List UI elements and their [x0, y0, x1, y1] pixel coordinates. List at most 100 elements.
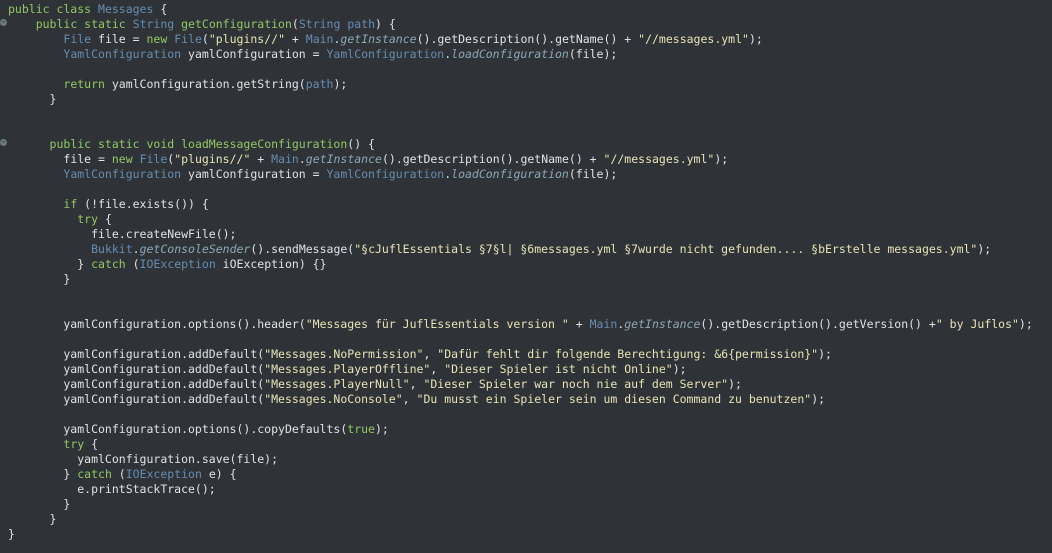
code-editor[interactable]: − − public class Messages { public stati…: [0, 0, 1052, 553]
code-token: }: [8, 272, 71, 286]
code-token: ,: [430, 362, 445, 376]
code-token: new: [146, 32, 175, 46]
fold-marker-icon[interactable]: −: [0, 19, 7, 26]
code-token: );: [818, 347, 832, 361]
code-line[interactable]: } catch (IOException e) {: [8, 467, 1052, 482]
code-line[interactable]: file.createNewFile();: [8, 227, 1052, 242]
code-token: "Messages.PlayerNull": [264, 377, 410, 391]
code-token: );: [977, 242, 992, 256]
code-line[interactable]: }: [8, 92, 1052, 107]
code-token: ().sendMessage(: [250, 242, 355, 256]
code-token: yamlConfiguration.addDefault(: [8, 377, 265, 391]
code-token: yamlConfiguration.addDefault(: [8, 362, 265, 376]
code-token: "Messages für JuflEssentials version ": [305, 317, 569, 331]
code-line[interactable]: public static String getConfiguration(St…: [8, 17, 1052, 32]
code-token: "Messages.NoPermission": [264, 347, 424, 361]
code-line[interactable]: [8, 107, 1052, 122]
code-token: if: [63, 197, 85, 211]
code-token: () {: [347, 137, 375, 151]
code-line[interactable]: if (!file.exists()) {: [8, 197, 1052, 212]
code-token: (file);: [568, 167, 618, 181]
code-token: path: [305, 77, 334, 91]
code-token: }: [8, 527, 15, 541]
code-token: .: [132, 242, 140, 256]
code-token: "//messages.yml": [638, 32, 749, 46]
code-token: );: [811, 392, 826, 406]
code-token: IOException: [139, 257, 216, 271]
code-line[interactable]: yamlConfiguration.addDefault("Messages.N…: [8, 347, 1052, 362]
code-token: file.createNewFile();: [8, 227, 237, 241]
code-token: new: [111, 152, 140, 166]
code-line[interactable]: File file = new File("plugins//" + Main.…: [8, 32, 1052, 47]
code-token: Main: [305, 32, 334, 46]
code-line[interactable]: [8, 332, 1052, 347]
code-token: );: [672, 362, 687, 376]
code-line[interactable]: return yamlConfiguration.getString(path)…: [8, 77, 1052, 92]
code-token: );: [1018, 317, 1033, 331]
code-token: path: [347, 17, 376, 31]
code-token: ().getDescription().getName() +: [381, 152, 604, 166]
code-line[interactable]: }: [8, 272, 1052, 287]
code-line[interactable]: try {: [8, 437, 1052, 452]
code-line[interactable]: [8, 122, 1052, 137]
code-line[interactable]: [8, 287, 1052, 302]
code-token: "plugins//": [174, 152, 251, 166]
code-line[interactable]: public static void loadMessageConfigurat…: [8, 137, 1052, 152]
code-token: {: [104, 212, 112, 226]
code-line[interactable]: } catch (IOException iOException) {}: [8, 257, 1052, 272]
code-line[interactable]: file = new File("plugins//" + Main.getIn…: [8, 152, 1052, 167]
fold-marker-icon[interactable]: −: [0, 139, 7, 146]
code-line[interactable]: yamlConfiguration.addDefault("Messages.P…: [8, 377, 1052, 392]
code-token: " by Juflos": [935, 317, 1019, 331]
code-line[interactable]: yamlConfiguration.addDefault("Messages.N…: [8, 392, 1052, 407]
code-token: YamlConfiguration: [326, 47, 445, 61]
code-token: ,: [423, 347, 438, 361]
code-token: (file);: [568, 47, 618, 61]
code-line[interactable]: public class Messages {: [8, 2, 1052, 17]
code-token: "Messages.NoConsole": [264, 392, 403, 406]
code-token: Main: [589, 317, 618, 331]
code-token: yamlConfiguration.options().header(: [8, 317, 306, 331]
code-line[interactable]: [8, 302, 1052, 317]
code-token: YamlConfiguration: [326, 167, 445, 181]
code-line[interactable]: }: [8, 512, 1052, 527]
code-line[interactable]: [8, 62, 1052, 77]
code-line[interactable]: yamlConfiguration.options().header("Mess…: [8, 317, 1052, 332]
code-token: {: [91, 437, 99, 451]
code-token: ().getDescription().getName() +: [416, 32, 639, 46]
code-line[interactable]: YamlConfiguration yamlConfiguration = Ya…: [8, 167, 1052, 182]
code-token: File: [139, 152, 168, 166]
code-line[interactable]: yamlConfiguration.addDefault("Messages.P…: [8, 362, 1052, 377]
code-line[interactable]: yamlConfiguration.options().copyDefaults…: [8, 422, 1052, 437]
code-token: Messages: [98, 2, 154, 16]
code-line[interactable]: e.printStackTrace();: [8, 482, 1052, 497]
code-token: return: [63, 77, 112, 91]
code-line[interactable]: try {: [8, 212, 1052, 227]
code-line[interactable]: }: [8, 527, 1052, 542]
code-token: "Messages.PlayerOffline": [264, 362, 431, 376]
code-token: (: [118, 467, 126, 481]
code-line[interactable]: }: [8, 497, 1052, 512]
code-token: "//messages.yml": [603, 152, 715, 166]
code-line[interactable]: [8, 182, 1052, 197]
code-token: );: [374, 422, 389, 436]
code-token: public static: [35, 17, 133, 31]
code-token: getInstance: [305, 152, 382, 166]
code-line[interactable]: Bukkit.getConsoleSender().sendMessage("§…: [8, 242, 1052, 257]
code-line[interactable]: [8, 407, 1052, 422]
code-token: String: [298, 17, 341, 31]
code-token: e.printStackTrace();: [8, 482, 216, 496]
code-token: loadMessageConfiguration: [181, 137, 348, 151]
code-line[interactable]: YamlConfiguration yamlConfiguration = Ya…: [8, 47, 1052, 62]
code-token: "plugins//": [208, 32, 285, 46]
code-token: );: [333, 77, 348, 91]
code-token: yamlConfiguration.addDefault(: [8, 347, 265, 361]
code-token: YamlConfiguration: [63, 47, 182, 61]
code-line[interactable]: yamlConfiguration.save(file);: [8, 452, 1052, 467]
code-token: loadConfiguration: [451, 47, 569, 61]
